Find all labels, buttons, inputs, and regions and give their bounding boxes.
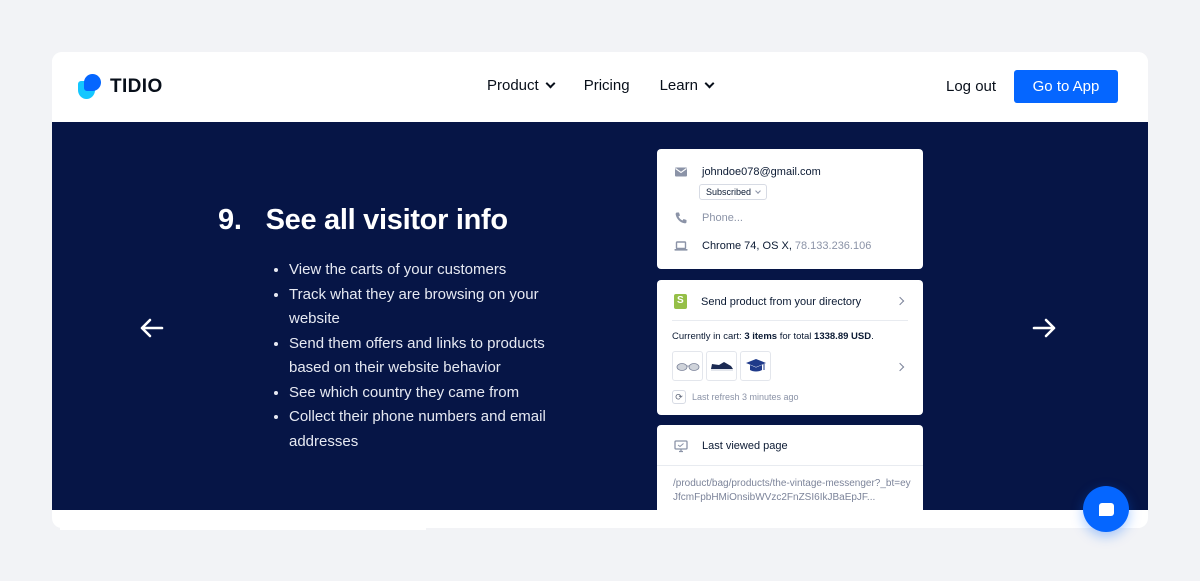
nav-links: Product Pricing Learn — [487, 77, 743, 94]
chevron-down-icon — [704, 78, 715, 89]
device-row: Chrome 74, OS X, 78.133.236.106 — [674, 239, 871, 253]
nav-item-label: Pricing — [583, 77, 630, 94]
monitor-icon — [674, 439, 688, 453]
cart-total-label: for total — [777, 331, 815, 342]
subscription-status: Subscribed — [706, 187, 752, 197]
list-item: Send them offers and links to products b… — [274, 332, 574, 381]
nav-item-pricing[interactable]: Pricing — [584, 77, 630, 94]
visitor-info-card: johndoe078@gmail.com Subscribed Phone...… — [657, 149, 923, 269]
send-product-row[interactable]: Send product from your directory — [674, 294, 861, 309]
arrow-right-icon — [1032, 318, 1056, 338]
product-thumb-sneaker[interactable] — [706, 351, 737, 381]
slide-number: 9. — [218, 204, 242, 236]
nav-item-label: Product — [487, 77, 539, 94]
laptop-icon — [674, 239, 688, 253]
top-nav: TIDIO Product Pricing Learn Log out Go t… — [52, 52, 1148, 122]
cart-suffix: . — [871, 331, 874, 342]
feature-list: View the carts of your customers Track w… — [274, 258, 574, 454]
phone-placeholder: Phone... — [702, 212, 743, 224]
send-product-label: Send product from your directory — [701, 295, 862, 308]
chat-widget-button[interactable] — [1083, 486, 1129, 532]
go-to-app-button[interactable]: Go to App — [1014, 70, 1118, 103]
shopify-icon — [674, 294, 687, 309]
browser-info: Chrome 74, OS X, — [702, 240, 792, 252]
slide-title: See all visitor info — [265, 204, 508, 236]
ip-address: 78.133.236.106 — [794, 240, 872, 252]
logout-link[interactable]: Log out — [946, 78, 996, 95]
refresh-icon[interactable]: ⟳ — [672, 390, 686, 404]
below-content-strip — [60, 518, 426, 530]
nav-item-product[interactable]: Product — [487, 77, 556, 94]
cart-card: Send product from your directory Current… — [657, 280, 923, 415]
email-row: johndoe078@gmail.com — [674, 165, 821, 179]
page-frame: TIDIO Product Pricing Learn Log out Go t… — [52, 52, 1148, 528]
nav-item-learn[interactable]: Learn — [659, 77, 715, 94]
list-item: Collect their phone numbers and email ad… — [274, 405, 574, 454]
logo[interactable]: TIDIO — [78, 74, 163, 100]
last-viewed-title: Last viewed page — [702, 440, 788, 452]
sneaker-icon — [710, 362, 733, 371]
prev-slide-button[interactable] — [132, 308, 172, 348]
chevron-right-icon[interactable] — [895, 296, 905, 306]
chat-bubble-icon — [1098, 502, 1114, 516]
mail-icon — [674, 165, 688, 179]
last-viewed-url[interactable]: /product/bag/products/the-vintage-messen… — [673, 477, 913, 505]
last-viewed-row: Last viewed page — [674, 439, 788, 453]
tidio-logo-icon — [78, 74, 102, 100]
chevron-down-icon — [545, 78, 556, 89]
subscription-dropdown[interactable]: Subscribed — [699, 184, 768, 200]
arrow-left-icon — [140, 318, 164, 338]
slide-heading: 9. See all visitor info — [218, 204, 508, 237]
last-refresh: Last refresh 3 minutes ago — [692, 392, 799, 402]
last-viewed-card: Last viewed page /product/bag/products/t… — [657, 425, 923, 510]
product-thumb-glasses[interactable] — [672, 351, 703, 381]
cart-items-count: 3 items — [744, 331, 778, 342]
visitor-email: johndoe078@gmail.com — [702, 166, 821, 178]
cart-total: 1338.89 USD — [814, 331, 872, 342]
nav-item-label: Learn — [659, 77, 698, 94]
glasses-icon — [676, 363, 699, 371]
product-thumb-cap[interactable] — [740, 351, 771, 381]
chevron-right-icon[interactable] — [895, 362, 905, 372]
phone-icon — [674, 211, 688, 225]
chevron-down-icon — [755, 188, 761, 194]
next-slide-button[interactable] — [1024, 308, 1064, 348]
cart-prefix: Currently in cart: — [672, 331, 745, 342]
cart-summary: Currently in cart: 3 items for total 133… — [672, 331, 874, 342]
divider — [657, 465, 923, 466]
logo-text: TIDIO — [110, 76, 163, 97]
list-item: View the carts of your customers — [274, 258, 574, 283]
feature-slider: 9. See all visitor info View the carts o… — [52, 122, 1148, 510]
graduation-cap-icon — [745, 359, 766, 372]
phone-row[interactable]: Phone... — [674, 211, 743, 225]
list-item: See which country they came from — [274, 381, 574, 406]
list-item: Track what they are browsing on your web… — [274, 283, 574, 332]
divider — [672, 320, 908, 321]
refresh-row: ⟳ Last refresh 3 minutes ago — [672, 390, 799, 404]
